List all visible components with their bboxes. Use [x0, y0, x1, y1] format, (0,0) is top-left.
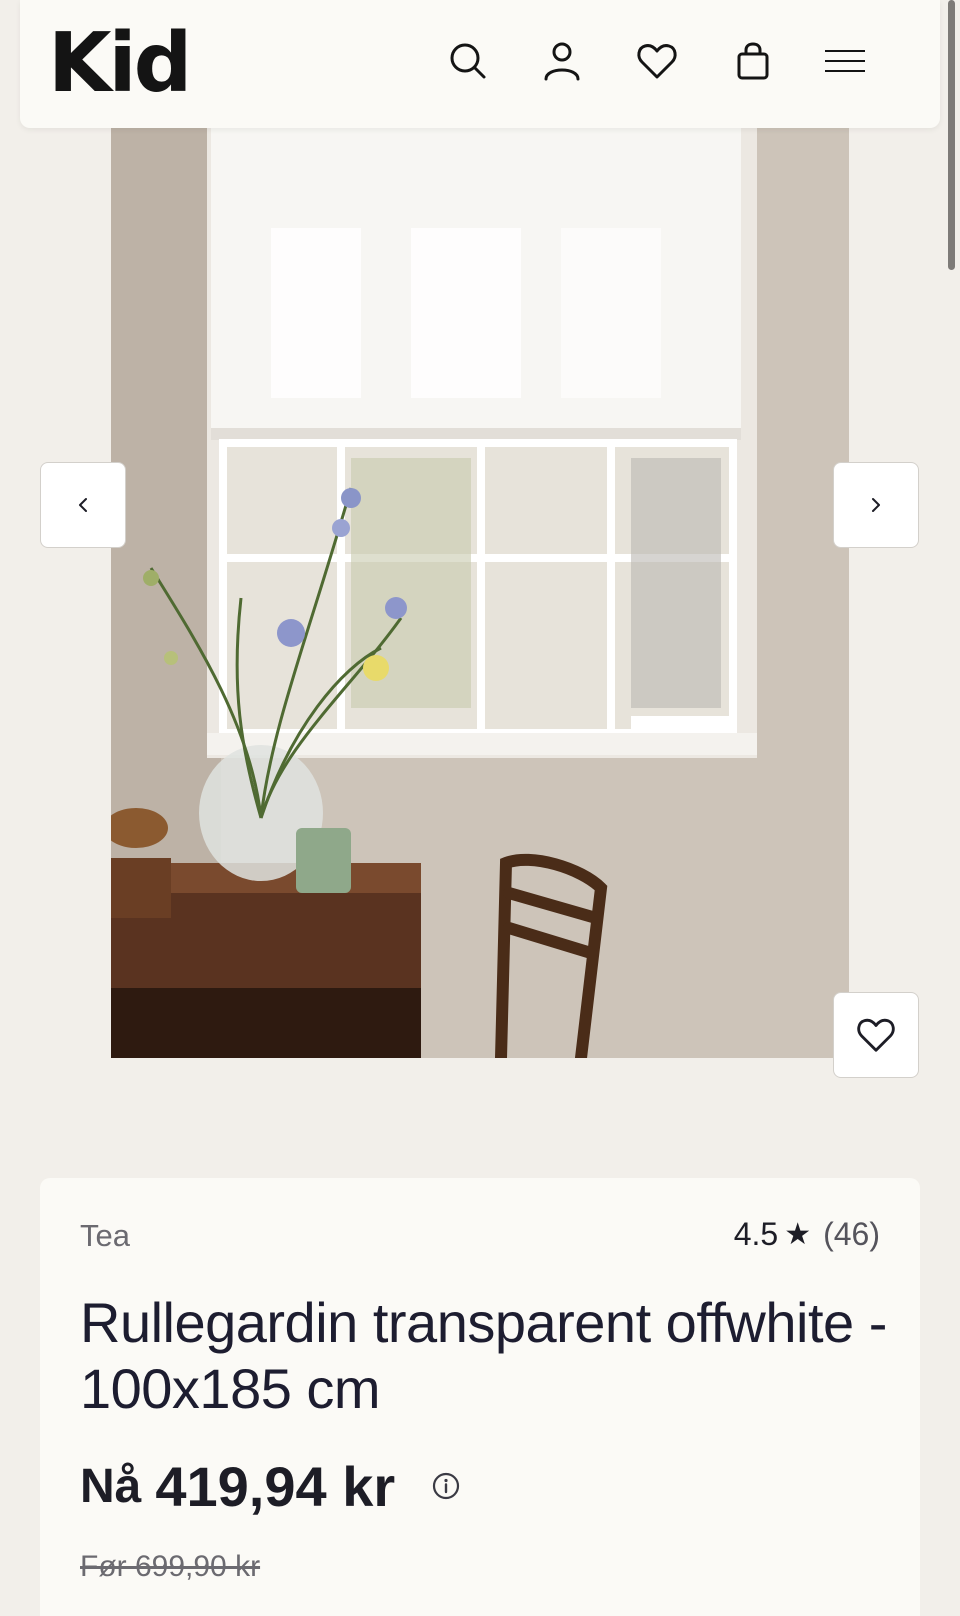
- heart-icon: [637, 44, 677, 79]
- product-rating[interactable]: 4.5 ★ (46): [734, 1216, 880, 1253]
- price-prefix: Nå: [80, 1460, 142, 1513]
- star-icon: ★: [784, 1218, 812, 1251]
- search-icon: [450, 43, 486, 79]
- product-photo: [111, 128, 849, 1058]
- cart-button[interactable]: [728, 36, 778, 86]
- page-scrollbar[interactable]: [948, 0, 955, 270]
- review-count: (46): [823, 1216, 880, 1252]
- product-brand[interactable]: Tea: [80, 1218, 130, 1254]
- prev-image-button[interactable]: [40, 462, 126, 548]
- chevron-right-icon: [872, 498, 880, 512]
- rating-value: 4.5: [733, 1216, 779, 1252]
- info-icon[interactable]: [430, 1470, 462, 1502]
- original-price: Før 699,90 kr: [80, 1550, 261, 1583]
- bag-icon: [737, 42, 769, 80]
- price-amount: 419,94 kr: [155, 1455, 396, 1518]
- chevron-left-icon: [79, 498, 87, 512]
- wishlist-button[interactable]: [632, 36, 682, 86]
- product-info-card: Tea 4.5 ★ (46) Rullegardin transparent o…: [40, 1178, 920, 1616]
- menu-icon: [825, 50, 865, 72]
- heart-icon: [857, 1018, 895, 1052]
- add-to-wishlist-button[interactable]: [833, 992, 919, 1078]
- account-button[interactable]: [537, 36, 587, 86]
- account-icon: [544, 42, 580, 81]
- next-image-button[interactable]: [833, 462, 919, 548]
- logo[interactable]: Kid: [48, 14, 192, 114]
- current-price: Nå 419,94 kr: [80, 1454, 395, 1519]
- product-title: Rullegardin transparent offwhite - 100x1…: [80, 1291, 887, 1420]
- menu-button[interactable]: [820, 36, 870, 86]
- product-image[interactable]: [111, 128, 849, 1058]
- search-button[interactable]: [443, 36, 493, 86]
- site-header: Kid: [20, 0, 940, 128]
